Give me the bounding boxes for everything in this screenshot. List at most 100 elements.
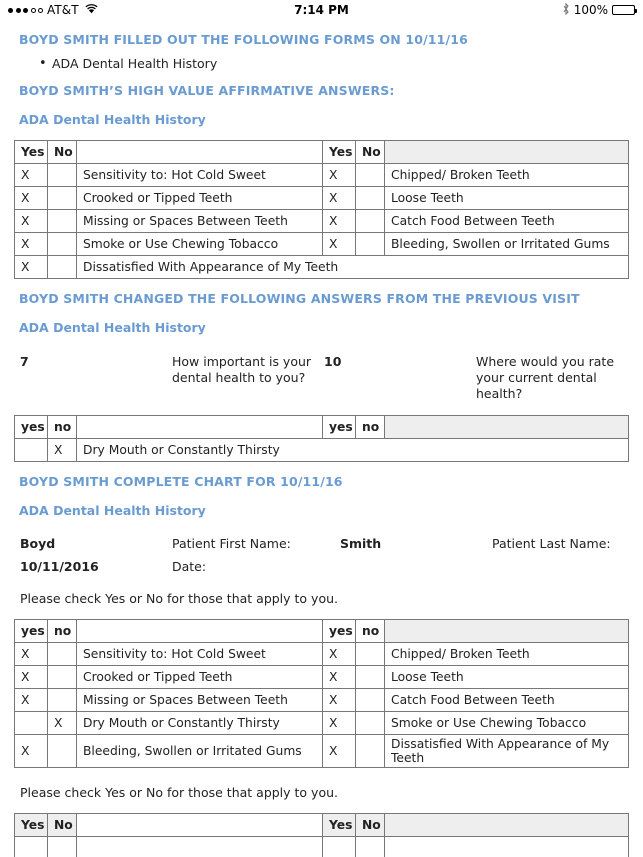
changed-answers-table: yes no yes no X Dry Mouth or Constantly … (14, 415, 629, 462)
cell-no-2 (355, 734, 385, 768)
header-yes-2: Yes (322, 140, 356, 164)
cell-label-2: Loose Teeth (384, 665, 629, 689)
cell-no-2 (355, 642, 385, 666)
cell-no-2 (355, 688, 385, 712)
table-row: X Dry Mouth or Constantly Thirsty X Smok… (14, 711, 629, 735)
cell-no: X (47, 438, 77, 462)
cell-no-2 (355, 232, 385, 256)
table-row (14, 836, 629, 857)
cell-no (47, 734, 77, 768)
cell-label: Sensitivity to: Hot Cold Sweet (76, 642, 323, 666)
cell-yes: X (14, 734, 48, 768)
cell-no (47, 255, 77, 279)
bluetooth-icon (562, 2, 570, 18)
complete-chart-heading: BOYD SMITH COMPLETE CHART FOR 10/11/16 (19, 474, 343, 489)
header-label-2 (384, 140, 629, 164)
table-header-row: Yes No Yes No (14, 813, 629, 837)
table-row: X Crooked or Tipped Teeth X Loose Teeth (14, 665, 629, 689)
header-no: No (47, 813, 77, 837)
header-label (76, 415, 323, 439)
cell-yes: X (14, 688, 48, 712)
patient-last-name-label: Patient Last Name: (492, 536, 611, 551)
header-yes-2: yes (322, 619, 356, 643)
cell-label: Dry Mouth or Constantly Thirsty (76, 438, 629, 462)
cell-label-2: Catch Food Between Teeth (384, 209, 629, 233)
table-row-last: X Dissatisfied With Appearance of My Tee… (14, 255, 629, 279)
cell-yes-2 (322, 836, 356, 857)
battery-icon (612, 5, 637, 15)
header-label-2 (384, 415, 629, 439)
cell-yes-2: X (322, 711, 356, 735)
check-instruction: Please check Yes or No for those that ap… (20, 591, 338, 606)
table-header-row: yes no yes no (14, 619, 629, 643)
high-value-subheading: ADA Dental Health History (19, 112, 206, 127)
answer-question: How important is your dental health to y… (172, 354, 312, 385)
cell-yes: X (14, 186, 48, 210)
cell-no: X (47, 711, 77, 735)
table-header-row: yes no yes no (14, 415, 629, 439)
high-value-table: Yes No Yes No X Sensitivity to: Hot Cold… (14, 140, 629, 279)
header-yes-2: yes (322, 415, 356, 439)
cell-no-2 (355, 711, 385, 735)
cell-label (76, 836, 323, 857)
cell-no (47, 186, 77, 210)
header-yes: yes (14, 619, 48, 643)
cell-yes (14, 438, 48, 462)
cell-label-2 (384, 836, 629, 857)
cell-label: Missing or Spaces Between Teeth (76, 688, 323, 712)
filled-forms-list: ADA Dental Health History (39, 56, 629, 71)
header-yes-2: Yes (322, 813, 356, 837)
cell-label: Dry Mouth or Constantly Thirsty (76, 711, 323, 735)
cell-yes: X (14, 255, 48, 279)
patient-first-name-label: Patient First Name: (172, 536, 291, 551)
cell-no-2 (355, 209, 385, 233)
table-row: X Sensitivity to: Hot Cold Sweet X Chipp… (14, 642, 629, 666)
table-row: X Sensitivity to: Hot Cold Sweet X Chipp… (14, 163, 629, 187)
header-label-2 (384, 813, 629, 837)
answer-question-2: Where would you rate your current dental… (476, 354, 615, 401)
header-label-2 (384, 619, 629, 643)
patient-date-row: 10/11/2016 Date: (20, 559, 629, 574)
cell-no (47, 163, 77, 187)
table-row: X Smoke or Use Chewing Tobacco X Bleedin… (14, 232, 629, 256)
cell-no (47, 665, 77, 689)
cell-label-2: Dissatisfied With Appearance of My Teeth (384, 734, 629, 768)
cell-label-2: Loose Teeth (384, 186, 629, 210)
cell-no (47, 232, 77, 256)
changed-answers-row: 7 How important is your dental health to… (20, 354, 629, 402)
header-no: No (47, 140, 77, 164)
cell-label: Smoke or Use Chewing Tobacco (76, 232, 323, 256)
cell-yes-2: X (322, 209, 356, 233)
cell-label-2: Catch Food Between Teeth (384, 688, 629, 712)
cell-no-2 (355, 163, 385, 187)
cell-yes-2: X (322, 688, 356, 712)
cell-no-2 (355, 836, 385, 857)
header-no-2: no (355, 415, 385, 439)
cell-yes (14, 836, 48, 857)
complete-chart-table-2: Yes No Yes No (14, 813, 629, 857)
cell-label-2: Smoke or Use Chewing Tobacco (384, 711, 629, 735)
cell-label: Crooked or Tipped Teeth (76, 186, 323, 210)
patient-name-row: Boyd Patient First Name: Smith Patient L… (20, 536, 629, 551)
cell-label: Dissatisfied With Appearance of My Teeth (76, 255, 629, 279)
changed-answers-subheading: ADA Dental Health History (19, 320, 206, 335)
cell-label: Bleeding, Swollen or Irritated Gums (76, 734, 323, 768)
table-row: X Dry Mouth or Constantly Thirsty (14, 438, 629, 462)
cell-label: Sensitivity to: Hot Cold Sweet (76, 163, 323, 187)
cell-yes-2: X (322, 642, 356, 666)
cell-yes: X (14, 232, 48, 256)
header-yes: Yes (14, 140, 48, 164)
patient-date-value: 10/11/2016 (20, 559, 99, 574)
header-no: no (47, 415, 77, 439)
high-value-heading: BOYD SMITH’S HIGH VALUE AFFIRMATIVE ANSW… (19, 83, 395, 98)
cell-label-2: Bleeding, Swollen or Irritated Gums (384, 232, 629, 256)
table-header-row: Yes No Yes No (14, 140, 629, 164)
cell-yes: X (14, 163, 48, 187)
cell-yes-2: X (322, 186, 356, 210)
cell-label-2: Chipped/ Broken Teeth (384, 163, 629, 187)
table-row: X Missing or Spaces Between Teeth X Catc… (14, 209, 629, 233)
cell-no-2 (355, 665, 385, 689)
cell-no (47, 209, 77, 233)
patient-last-name-value: Smith (340, 536, 382, 551)
cell-yes-2: X (322, 734, 356, 768)
